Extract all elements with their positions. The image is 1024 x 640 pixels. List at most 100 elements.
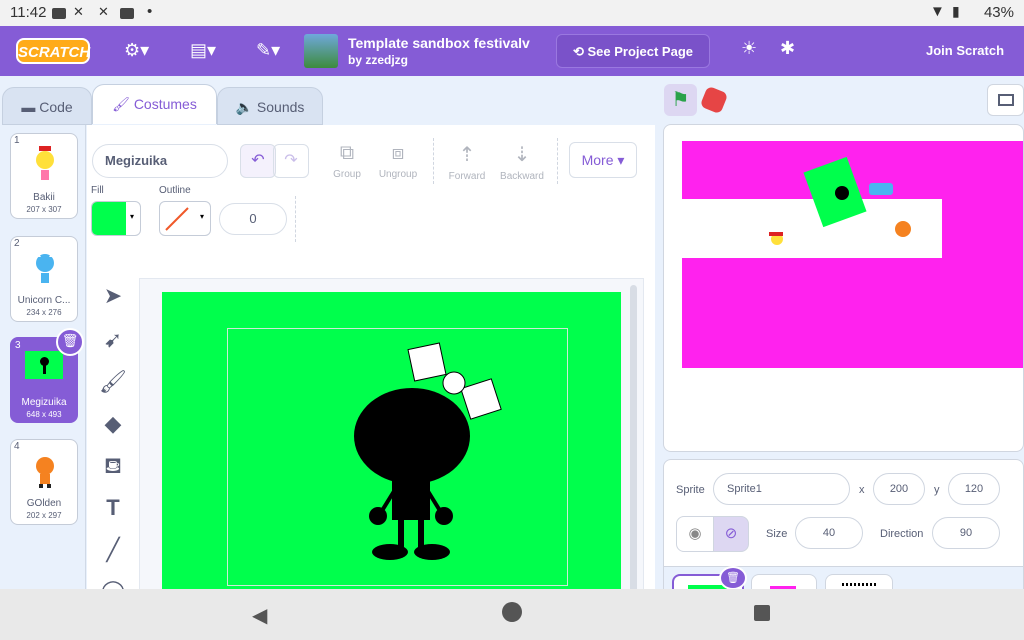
no-outline-icon	[165, 207, 189, 231]
y-input[interactable]: 120	[948, 473, 1000, 505]
direction-label: Direction	[880, 528, 924, 540]
scratch-logo[interactable]: SCRATCH	[16, 38, 90, 64]
youtube-icon	[52, 8, 66, 19]
canvas-scrollbar[interactable]	[630, 285, 637, 595]
forward-icon: ⇡	[458, 144, 476, 166]
select-tool[interactable]: ➤	[98, 283, 128, 313]
eye-off-icon: ⊘	[724, 525, 738, 542]
costume-name: Bakii	[33, 192, 55, 203]
sprite-label: Sprite	[676, 484, 705, 496]
ungroup-icon: ⧈	[391, 142, 405, 164]
costume-size: 234 x 276	[26, 308, 62, 317]
tab-costumes[interactable]: 🖌 Costumes	[92, 84, 217, 124]
costume-thumbnail	[35, 251, 55, 283]
costume-tile[interactable]: 4 GOlden 202 x 297	[10, 439, 78, 525]
x-label: x	[859, 484, 865, 496]
show-sprite-button[interactable]: ◉	[676, 516, 714, 552]
back-icon[interactable]: ◀	[252, 603, 267, 628]
outline-color-picker[interactable]: ▾	[159, 201, 211, 236]
redo-button[interactable]: ↷	[273, 144, 309, 178]
undo-button[interactable]: ↶	[240, 144, 276, 178]
eraser-tool[interactable]: ◆	[98, 411, 128, 441]
arrow-icon: ➤	[103, 283, 123, 308]
battery-level: 43%	[983, 4, 1014, 21]
fill-color-picker[interactable]: ▾	[91, 201, 141, 236]
ungroup-label: Ungroup	[378, 169, 418, 180]
text-icon: T	[106, 495, 120, 520]
caret-down-icon: ▾	[200, 212, 205, 221]
costume-name-input[interactable]: Megizuika	[92, 144, 228, 178]
line-icon: ╱	[106, 537, 120, 562]
code-icon: ▬	[21, 99, 40, 115]
see-project-page-button[interactable]: ⟲ See Project Page	[556, 34, 710, 68]
forward-button[interactable]: ⇡ Forward	[440, 142, 494, 182]
trash-icon: 🗑	[61, 333, 79, 348]
lightbulb-icon[interactable]: ☀	[741, 38, 757, 59]
tab-sounds[interactable]: 🔈 Sounds	[217, 87, 323, 125]
brush-tool[interactable]: 🖌	[98, 369, 128, 399]
remix-icon: ⟲	[572, 44, 588, 59]
undo-icon: ↶	[251, 152, 265, 169]
costume-name: Megizuika	[21, 397, 67, 408]
delete-sprite-button[interactable]: 🗑	[719, 566, 747, 590]
hide-sprite-button[interactable]: ⊘	[713, 516, 749, 552]
sprite-thumbnail	[842, 583, 876, 586]
reshape-tool[interactable]: ➹	[98, 327, 128, 357]
file-menu-icon[interactable]: ▤▾	[190, 40, 216, 61]
edit-menu-icon[interactable]: ✎▾	[256, 40, 280, 61]
join-scratch-link[interactable]: Join Scratch	[926, 43, 1004, 58]
status-bar: 11:42 ✕ ✕ • ▼ ▮ 43%	[0, 0, 1024, 26]
caret-down-icon: ▾	[130, 212, 135, 221]
eye-icon: ◉	[688, 525, 702, 542]
group-button[interactable]: ⧉ Group	[320, 142, 374, 180]
size-input[interactable]: 40	[795, 517, 863, 549]
text-tool[interactable]: T	[98, 495, 128, 525]
debug-icon[interactable]: ✱	[780, 38, 795, 59]
project-thumbnail	[304, 34, 338, 68]
project-title[interactable]: Template sandbox festivalv	[348, 35, 530, 51]
costume-number: 1	[14, 135, 20, 146]
small-stage-button[interactable]	[987, 84, 1024, 116]
line-tool[interactable]: ╱	[98, 537, 128, 567]
y-label: y	[934, 484, 940, 496]
speaker-icon: 🔈	[235, 99, 257, 115]
costume-number: 2	[14, 238, 20, 249]
backward-button[interactable]: ⇣ Backward	[495, 142, 549, 182]
ungroup-button[interactable]: ⧈ Ungroup	[371, 142, 425, 180]
fill-label: Fill	[91, 185, 104, 196]
backward-label: Backward	[500, 171, 544, 182]
costume-tile[interactable]: 2 Unicorn C... 234 x 276	[10, 236, 78, 322]
x-input[interactable]: 200	[873, 473, 925, 505]
sprite-name-input[interactable]: Sprite1	[713, 473, 850, 505]
home-icon[interactable]	[502, 602, 522, 622]
outline-label: Outline	[159, 185, 191, 196]
costume-tile[interactable]: 1 Bakii 207 x 307	[10, 133, 78, 219]
costume-number: 4	[14, 441, 20, 452]
network-icon: ✕	[73, 4, 84, 19]
more-button[interactable]: More ▾	[569, 142, 637, 178]
project-author[interactable]: by zzedjzg	[348, 53, 408, 67]
costume-thumbnail	[25, 351, 63, 379]
tab-code[interactable]: ▬ Code	[2, 87, 92, 125]
size-label: Size	[766, 528, 788, 540]
fill-tool[interactable]: ⛾	[98, 453, 128, 483]
costume-name: Unicorn C...	[17, 295, 71, 306]
settings-icon[interactable]: ⚙▾	[124, 40, 149, 61]
system-navigation-bar: ◀	[0, 589, 1024, 640]
outline-width-input[interactable]: 0	[219, 203, 287, 235]
caret-down-icon: ▾	[613, 152, 625, 168]
recents-icon[interactable]	[754, 605, 770, 621]
clock: 11:42	[10, 4, 47, 21]
costume-thumbnail	[36, 457, 54, 488]
delete-costume-button[interactable]: 🗑	[56, 328, 84, 356]
green-flag-button[interactable]: ⚑	[664, 84, 697, 116]
menu-bar: SCRATCH ⚙▾ ▤▾ ✎▾ Template sandbox festiv…	[0, 26, 1024, 76]
trash-icon: 🗑	[726, 572, 740, 584]
stage[interactable]	[663, 124, 1024, 452]
stage-scene	[682, 141, 1023, 368]
costume-size: 648 x 493	[26, 410, 62, 419]
costume-thumbnail	[36, 146, 54, 180]
character-silhouette[interactable]	[340, 338, 510, 563]
stop-button[interactable]	[699, 85, 729, 115]
direction-input[interactable]: 90	[932, 517, 1000, 549]
